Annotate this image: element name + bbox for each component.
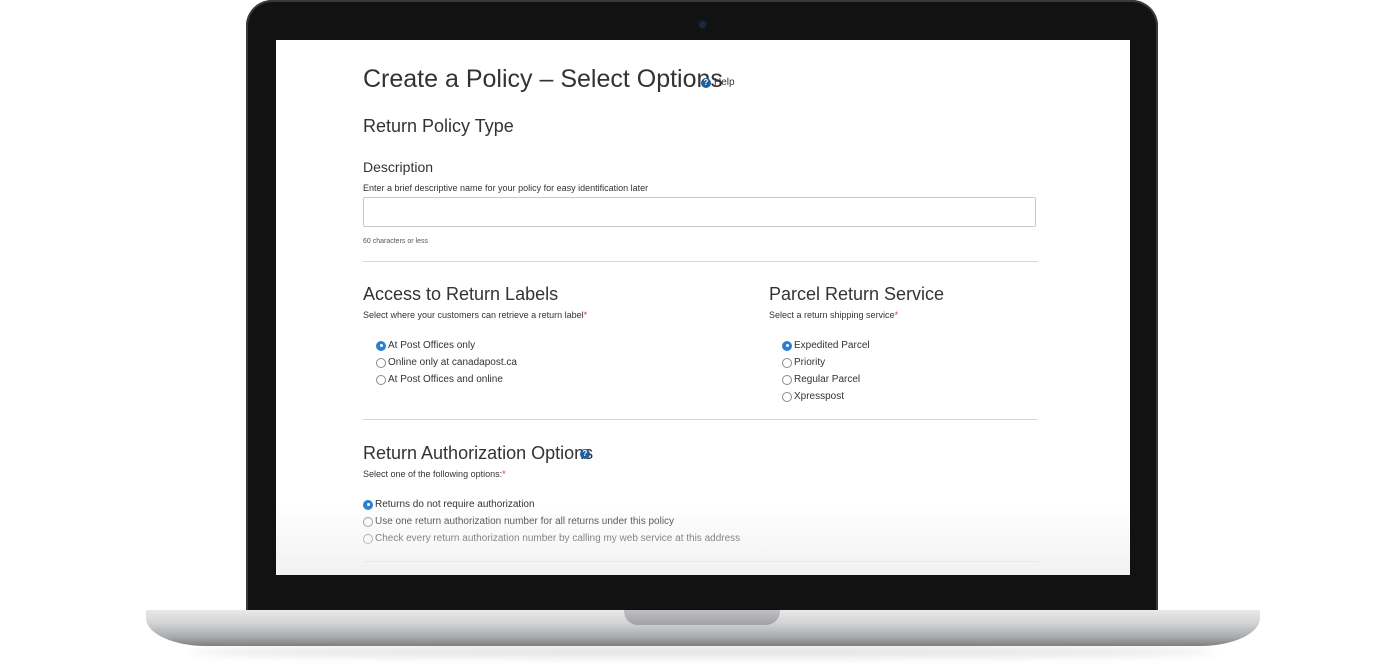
parcel-option-expedited[interactable]: Expedited Parcel	[782, 340, 870, 351]
info-circle-icon[interactable]: ?	[580, 449, 590, 459]
radio-button[interactable]	[363, 499, 373, 510]
access-option-online-only[interactable]: Online only at canadapost.ca	[376, 357, 517, 368]
radio-label[interactable]: Returns do not require authorization	[375, 499, 535, 510]
section-divider	[363, 261, 1038, 262]
authorization-instruction-text: Select one of the following options:	[363, 469, 503, 479]
radio-label[interactable]: Xpresspost	[794, 391, 844, 402]
radio-button[interactable]	[363, 516, 373, 527]
access-option-post-offices-and-online[interactable]: At Post Offices and online	[376, 374, 503, 385]
description-hint: Enter a brief descriptive name for your …	[363, 183, 649, 193]
authorization-option-single-number[interactable]: Use one return authorization number for …	[363, 516, 674, 527]
radio-button[interactable]	[782, 340, 792, 351]
parcel-option-regular[interactable]: Regular Parcel	[782, 374, 860, 385]
camera-icon	[697, 19, 708, 30]
radio-button[interactable]	[782, 391, 792, 402]
return-policy-type-heading: Return Policy Type	[363, 116, 514, 136]
parcel-option-xpresspost[interactable]: Xpresspost	[782, 391, 844, 402]
laptop-notch	[624, 610, 780, 625]
help-circle-icon[interactable]: ?	[701, 77, 711, 88]
access-instruction: Select where your customers can retrieve…	[363, 310, 587, 320]
radio-button[interactable]	[376, 374, 386, 385]
return-authorization-heading: Return Authorization Options	[363, 443, 594, 463]
radio-button[interactable]	[782, 374, 792, 385]
laptop-mockup: Create a Policy – Select Options ? Help …	[0, 0, 1400, 665]
authorization-option-no-authorization[interactable]: Returns do not require authorization	[363, 499, 535, 510]
description-limit-note: 60 characters or less	[363, 238, 428, 245]
description-input[interactable]	[363, 197, 1036, 227]
page-title: Create a Policy – Select Options	[363, 65, 723, 93]
laptop-screen: Create a Policy – Select Options ? Help …	[276, 40, 1130, 575]
required-mark: *	[583, 310, 588, 320]
required-mark: *	[894, 310, 899, 320]
parcel-option-priority[interactable]: Priority	[782, 357, 825, 368]
help-link[interactable]: ? Help	[701, 77, 735, 88]
parcel-instruction: Select a return shipping service*	[769, 310, 898, 320]
parcel-instruction-text: Select a return shipping service	[769, 310, 895, 320]
radio-button[interactable]	[376, 340, 386, 351]
radio-button[interactable]	[782, 357, 792, 368]
section-divider	[363, 561, 1038, 562]
section-divider	[363, 419, 1038, 420]
laptop-shadow	[190, 646, 1216, 658]
radio-label[interactable]: Expedited Parcel	[794, 340, 870, 351]
radio-label[interactable]: Priority	[794, 357, 825, 368]
radio-label[interactable]: Check every return authorization number …	[375, 533, 740, 544]
radio-label[interactable]: Use one return authorization number for …	[375, 516, 674, 527]
radio-button[interactable]	[363, 533, 373, 544]
access-instruction-text: Select where your customers can retrieve…	[363, 310, 584, 320]
help-label[interactable]: Help	[714, 77, 735, 88]
description-label: Description	[363, 159, 434, 175]
radio-label[interactable]: At Post Offices only	[388, 340, 475, 351]
radio-label[interactable]: Online only at canadapost.ca	[388, 357, 517, 368]
radio-label[interactable]: At Post Offices and online	[388, 374, 503, 385]
parcel-return-service-heading: Parcel Return Service	[769, 284, 945, 304]
radio-button[interactable]	[376, 357, 386, 368]
authorization-instruction: Select one of the following options:*	[363, 469, 506, 479]
authorization-option-web-service[interactable]: Check every return authorization number …	[363, 533, 740, 544]
access-option-post-offices-only[interactable]: At Post Offices only	[376, 340, 475, 351]
required-mark: *	[502, 469, 506, 479]
radio-label[interactable]: Regular Parcel	[794, 374, 860, 385]
access-to-return-labels-heading: Access to Return Labels	[363, 284, 559, 304]
